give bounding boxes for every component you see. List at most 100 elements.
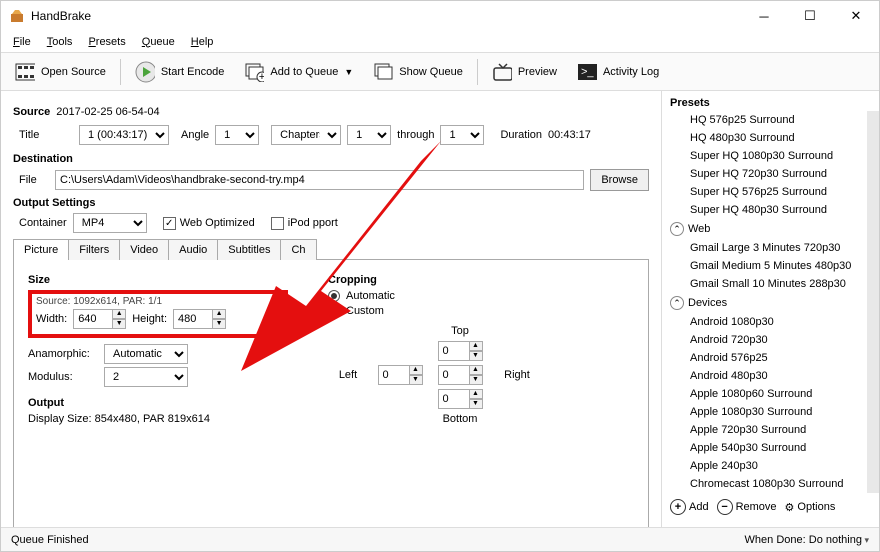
width-up[interactable]: ▲ bbox=[112, 309, 126, 319]
source-value: 2017-02-25 06-54-04 bbox=[56, 106, 159, 118]
anamorphic-select[interactable]: Automatic bbox=[104, 344, 188, 364]
duration-value: 00:43:17 bbox=[548, 129, 591, 141]
preset-item[interactable]: Gmail Large 3 Minutes 720p30 bbox=[668, 239, 867, 257]
angle-label: Angle bbox=[181, 129, 209, 141]
angle-select[interactable]: 1 bbox=[215, 125, 259, 145]
destination-label: Destination bbox=[13, 153, 649, 165]
title-label: Title bbox=[19, 129, 73, 141]
minimize-button[interactable]: ─ bbox=[741, 1, 787, 31]
tab-chapters[interactable]: Ch bbox=[280, 239, 316, 260]
preset-item[interactable]: Apple 1080p30 Surround bbox=[668, 403, 867, 421]
output-settings-label: Output Settings bbox=[13, 197, 649, 209]
tab-video[interactable]: Video bbox=[119, 239, 169, 260]
chevron-up-icon: ⌃ bbox=[670, 222, 684, 236]
preset-item[interactable]: Apple 1080p60 Surround bbox=[668, 385, 867, 403]
cropping-label: Cropping bbox=[328, 274, 634, 286]
open-source-button[interactable]: Open Source bbox=[7, 58, 114, 86]
file-label: File bbox=[19, 174, 49, 186]
height-input[interactable] bbox=[173, 309, 213, 329]
container-select[interactable]: MP4 bbox=[73, 213, 147, 233]
crop-auto-radio[interactable] bbox=[328, 290, 340, 302]
picture-panel: Size Source: 1092x614, PAR: 1/1 Width: ▲… bbox=[13, 259, 649, 527]
title-select[interactable]: 1 (00:43:17) bbox=[79, 125, 169, 145]
chapter-from-select[interactable]: 1 bbox=[347, 125, 391, 145]
crop-left-input[interactable] bbox=[378, 365, 410, 385]
preset-item[interactable]: Android 576p25 bbox=[668, 349, 867, 367]
preset-item[interactable]: Gmail Small 10 Minutes 288p30 bbox=[668, 275, 867, 293]
tab-filters[interactable]: Filters bbox=[68, 239, 120, 260]
crop-right-input[interactable] bbox=[438, 365, 470, 385]
terminal-icon: >_ bbox=[577, 62, 597, 82]
preset-item[interactable]: Android 1080p30 bbox=[668, 313, 867, 331]
crop-custom-radio[interactable] bbox=[328, 305, 340, 317]
preset-item[interactable]: Apple 720p30 Surround bbox=[668, 421, 867, 439]
preset-item[interactable]: Super HQ 576p25 Surround bbox=[668, 183, 867, 201]
play-icon bbox=[135, 62, 155, 82]
preview-label: Preview bbox=[518, 66, 557, 78]
preset-item[interactable]: Super HQ 1080p30 Surround bbox=[668, 147, 867, 165]
close-button[interactable]: ✕ bbox=[833, 1, 879, 31]
preset-item[interactable]: Apple 540p30 Surround bbox=[668, 439, 867, 457]
queue-add-icon: + bbox=[244, 62, 264, 82]
menu-file[interactable]: File bbox=[5, 34, 39, 50]
preset-options-button[interactable]: ⚙Options bbox=[785, 501, 836, 514]
maximize-button[interactable]: ☐ bbox=[787, 1, 833, 31]
app-window: HandBrake ─ ☐ ✕ File Tools Presets Queue… bbox=[0, 0, 880, 552]
menu-tools[interactable]: Tools bbox=[39, 34, 81, 50]
preset-item[interactable]: Chromecast 1080p30 Surround bbox=[668, 475, 867, 493]
tab-subtitles[interactable]: Subtitles bbox=[217, 239, 281, 260]
preset-item[interactable]: Android 480p30 bbox=[668, 367, 867, 385]
crop-bottom-input[interactable] bbox=[438, 389, 470, 409]
titlebar: HandBrake ─ ☐ ✕ bbox=[1, 1, 879, 31]
preset-category[interactable]: ⌃Web bbox=[668, 219, 867, 239]
preset-item[interactable]: HQ 480p30 Surround bbox=[668, 129, 867, 147]
height-down[interactable]: ▼ bbox=[212, 319, 226, 329]
menu-help[interactable]: Help bbox=[183, 34, 222, 50]
tab-audio[interactable]: Audio bbox=[168, 239, 218, 260]
when-done-select[interactable]: Do nothing bbox=[809, 534, 869, 546]
add-to-queue-button[interactable]: + Add to Queue ▼ bbox=[236, 58, 361, 86]
show-queue-button[interactable]: Show Queue bbox=[365, 58, 471, 86]
presets-list[interactable]: HQ 576p25 SurroundHQ 480p30 SurroundSupe… bbox=[668, 111, 879, 493]
preset-add-button[interactable]: +Add bbox=[670, 499, 709, 515]
preset-remove-button[interactable]: −Remove bbox=[717, 499, 777, 515]
tab-picture[interactable]: Picture bbox=[13, 239, 69, 260]
crop-right-label: Right bbox=[504, 369, 530, 381]
ipod-checkbox[interactable]: iPod pport bbox=[271, 217, 338, 230]
chapter-to-select[interactable]: 1 bbox=[440, 125, 484, 145]
menubar: File Tools Presets Queue Help bbox=[1, 31, 879, 53]
preset-item[interactable]: Apple 240p30 bbox=[668, 457, 867, 475]
preset-item[interactable]: Gmail Medium 5 Minutes 480p30 bbox=[668, 257, 867, 275]
browse-button[interactable]: Browse bbox=[590, 169, 649, 191]
start-encode-button[interactable]: Start Encode bbox=[127, 58, 233, 86]
start-encode-label: Start Encode bbox=[161, 66, 225, 78]
preset-item[interactable]: Super HQ 480p30 Surround bbox=[668, 201, 867, 219]
crop-top-input[interactable] bbox=[438, 341, 470, 361]
activity-log-button[interactable]: >_ Activity Log bbox=[569, 58, 667, 86]
preview-button[interactable]: Preview bbox=[484, 58, 565, 86]
crop-bottom-label: Bottom bbox=[443, 413, 478, 425]
menu-presets[interactable]: Presets bbox=[80, 34, 133, 50]
range-type-select[interactable]: Chapters bbox=[271, 125, 341, 145]
preset-category[interactable]: ⌃Devices bbox=[668, 293, 867, 313]
preset-item[interactable]: Super HQ 720p30 Surround bbox=[668, 165, 867, 183]
svg-text:>_: >_ bbox=[581, 66, 594, 78]
container-label: Container bbox=[19, 217, 67, 229]
preset-item[interactable]: HQ 576p25 Surround bbox=[668, 111, 867, 129]
through-label: through bbox=[397, 129, 434, 141]
menu-queue[interactable]: Queue bbox=[134, 34, 183, 50]
when-done-label: When Done: bbox=[745, 534, 806, 546]
height-up[interactable]: ▲ bbox=[212, 309, 226, 319]
width-down[interactable]: ▼ bbox=[112, 319, 126, 329]
open-source-label: Open Source bbox=[41, 66, 106, 78]
anamorphic-label: Anamorphic: bbox=[28, 348, 98, 360]
web-optimized-checkbox[interactable]: ✓Web Optimized bbox=[163, 217, 255, 230]
size-label: Size bbox=[28, 274, 288, 286]
output-label: Output bbox=[28, 397, 288, 409]
tabs: Picture Filters Video Audio Subtitles Ch bbox=[13, 239, 649, 260]
preset-item[interactable]: Android 720p30 bbox=[668, 331, 867, 349]
height-label: Height: bbox=[132, 313, 167, 325]
modulus-select[interactable]: 2 bbox=[104, 367, 188, 387]
destination-input[interactable] bbox=[55, 170, 584, 190]
width-input[interactable] bbox=[73, 309, 113, 329]
